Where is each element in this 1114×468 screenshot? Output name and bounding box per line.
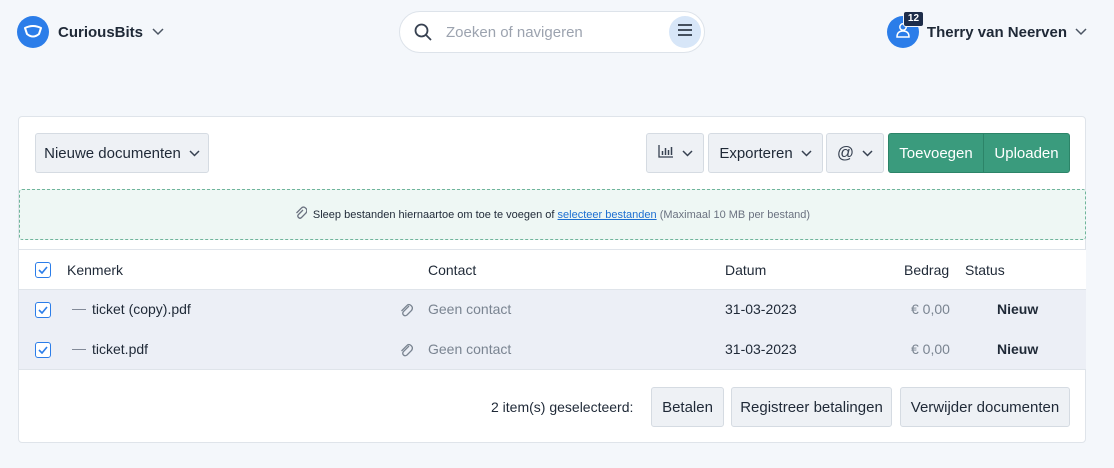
row-status: Nieuw [997,301,1039,317]
header-reference[interactable]: Kenmerk [67,262,123,278]
search-bar [399,11,705,53]
brand-logo-icon [17,16,49,48]
row-reference[interactable]: ticket.pdf [92,341,148,357]
pay-button[interactable]: Betalen [651,387,724,427]
user-menu[interactable]: 12 Therry van Neerven [886,11,1087,48]
bar-chart-icon [657,144,674,162]
chevron-down-icon [152,28,164,36]
delete-documents-label: Verwijder documenten [910,398,1060,416]
search-input[interactable] [446,20,656,44]
row-reference[interactable]: ticket (copy).pdf [92,301,191,317]
paperclip-icon[interactable] [400,343,414,362]
header-contact[interactable]: Contact [428,262,476,278]
chart-button[interactable] [646,133,704,173]
chevron-down-icon [801,149,812,157]
header-amount[interactable]: Bedrag [904,262,949,278]
export-button[interactable]: Exporteren [708,133,823,173]
register-payments-button[interactable]: Registreer betalingen [731,387,892,427]
file-dropzone[interactable]: Sleep bestanden hiernaartoe om toe te vo… [19,189,1086,240]
chevron-down-icon [189,149,200,157]
brand-name: CuriousBits [58,23,144,41]
add-button[interactable]: Toevoegen [888,133,984,173]
email-button[interactable]: @ [826,133,884,173]
menu-icon [678,23,692,41]
select-all-checkbox[interactable] [35,262,51,278]
register-payments-label: Registreer betalingen [740,398,883,416]
search-icon [414,23,432,46]
row-amount: € 0,00 [911,341,950,357]
notification-badge: 12 [902,11,925,27]
delete-documents-button[interactable]: Verwijder documenten [900,387,1070,427]
view-select[interactable]: Nieuwe documenten [35,133,209,173]
row-checkbox[interactable] [35,342,51,358]
row-contact[interactable]: Geen contact [428,301,511,317]
export-label: Exporteren [719,144,793,162]
row-date: 31-03-2023 [725,301,797,317]
row-status: Nieuw [997,341,1039,357]
table-header: Kenmerk Contact Datum Bedrag Status [19,249,1086,290]
dash-icon: — [72,300,86,316]
table-row[interactable]: — ticket.pdf Geen contact 31-03-2023 € 0… [19,330,1086,370]
chevron-down-icon [681,149,693,157]
chevron-down-icon [862,149,873,157]
upload-label: Uploaden [994,144,1059,162]
selection-count: 2 item(s) geselecteerd: [491,399,634,415]
header-date[interactable]: Datum [725,262,766,278]
dropzone-text: Sleep bestanden hiernaartoe om toe te vo… [312,208,555,221]
row-contact[interactable]: Geen contact [428,341,511,357]
documents-card: Nieuwe documenten Exporteren @ Toevoegen… [18,116,1086,443]
paperclip-icon[interactable] [400,303,414,322]
header-status[interactable]: Status [965,262,1005,278]
table-row[interactable]: — ticket (copy).pdf Geen contact 31-03-2… [19,290,1086,330]
row-date: 31-03-2023 [725,341,797,357]
table-body: — ticket (copy).pdf Geen contact 31-03-2… [19,290,1086,370]
row-amount: € 0,00 [911,301,950,317]
select-files-link[interactable]: selecteer bestanden [558,209,657,221]
upload-button[interactable]: Uploaden [983,133,1070,173]
dropzone-hint: (Maximaal 10 MB per bestand) [659,208,811,221]
pay-label: Betalen [662,398,713,416]
row-checkbox[interactable] [35,302,51,318]
add-label: Toevoegen [899,144,973,162]
brand-menu[interactable]: CuriousBits [17,16,164,48]
view-select-label: Nieuwe documenten [44,144,181,162]
dash-icon: — [72,340,86,356]
at-icon: @ [836,143,855,162]
chevron-down-icon [1075,28,1087,36]
menu-button[interactable] [669,16,701,48]
user-name: Therry van Neerven [926,23,1067,41]
paperclip-icon [295,206,308,223]
avatar: 12 [886,11,925,48]
